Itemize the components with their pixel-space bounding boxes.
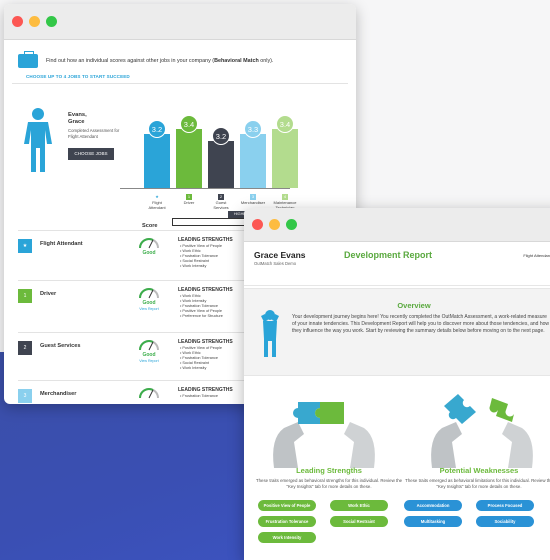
weakness-pill[interactable]: Accommodation — [404, 500, 462, 511]
strength-item: Work Intensity — [180, 366, 222, 371]
person-icon — [24, 108, 52, 172]
report-job-label: Flight Attendan — [523, 253, 550, 258]
leading-strengths-heading: LEADING STRENGTHS — [178, 387, 233, 393]
leading-strengths-heading: LEADING STRENGTHS — [178, 287, 233, 293]
strengths-list: Positive View of PeopleWork EthicFrustra… — [180, 244, 222, 269]
report-title: Development Report — [344, 250, 433, 260]
strength-item: Work Intensity — [180, 264, 222, 269]
score-bar — [208, 141, 234, 188]
job-name: Guest Services — [40, 343, 81, 349]
leading-strengths-heading: LEADING STRENGTHS — [178, 237, 233, 243]
report-company: OutMatch Sales Demo — [254, 261, 297, 266]
candidate-name: Evans, Grace — [68, 112, 87, 125]
development-report-window: Grace Evans OutMatch Sales Demo Developm… — [244, 208, 550, 560]
chart-baseline — [120, 188, 290, 189]
minimize-window-button[interactable] — [29, 16, 40, 27]
strength-pill[interactable]: Social Restraint — [330, 516, 388, 527]
window-titlebar — [4, 4, 356, 40]
overview-section: Overview Your development journey begins… — [244, 288, 550, 376]
leading-strengths-desc: These traits emerged as behavioral stren… — [255, 478, 403, 489]
bar-category-label: 1 Driver — [176, 194, 202, 206]
category-name: Merchandiser — [240, 200, 266, 205]
job-name: Driver — [40, 291, 57, 297]
score-header: Score — [142, 223, 158, 229]
intro-bar: Find out how an individual scores agains… — [4, 40, 356, 68]
overview-title: Overview — [397, 301, 431, 310]
gauge-icon — [139, 388, 159, 399]
match-rating: Good — [142, 352, 156, 358]
close-window-button[interactable] — [12, 16, 23, 27]
choose-jobs-link[interactable]: CHOOSE UP TO 4 JOBS TO START SUCCEED — [12, 68, 348, 84]
strength-pill[interactable]: Frustration Tolerance — [258, 516, 316, 527]
report-header: Grace Evans OutMatch Sales Demo Developm… — [244, 242, 550, 286]
score-bar — [240, 134, 266, 188]
strength-item: Preference for Structure — [180, 314, 223, 319]
strengths-list: Work EthicWork IntensityFrustration Tole… — [180, 294, 223, 319]
gauge-icon — [139, 238, 159, 249]
bar-category-label: 3 Merchandiser — [240, 194, 266, 206]
score-bubble: 3.2 — [148, 120, 166, 138]
job-number-badge: 3 — [18, 389, 32, 403]
score-bubble: 3.2 — [212, 127, 230, 145]
category-name: Guest Services — [213, 200, 229, 210]
score-bar — [176, 129, 202, 188]
maximize-window-button[interactable] — [286, 219, 297, 230]
weakness-pill[interactable]: Multitasking — [404, 516, 462, 527]
strength-item: Frustration Tolerance — [180, 394, 218, 399]
potential-weaknesses-title: Potential Weaknesses — [439, 466, 519, 475]
strength-pill[interactable]: Work Ethic — [330, 500, 388, 511]
puzzle-fit-icon — [273, 402, 375, 468]
job-number-badge: ★ — [18, 239, 32, 253]
match-rating: Good — [142, 300, 156, 306]
report-person-name: Grace Evans — [254, 250, 306, 260]
score-bar — [144, 134, 170, 188]
category-name: Driver — [183, 200, 195, 205]
bar-category-label: 2 Guest Services — [208, 194, 234, 210]
strength-pill[interactable]: Work Intensity — [258, 532, 316, 543]
strengths-list: Frustration Tolerance — [180, 394, 218, 399]
candidate-subtitle: Completed Assessment for Flight Attendan… — [68, 128, 120, 139]
view-report-link[interactable]: View Report — [134, 307, 164, 311]
score-bar — [272, 129, 298, 188]
view-report-link[interactable]: View Report — [134, 359, 164, 363]
strength-pill[interactable]: Positive View of People — [258, 500, 316, 511]
match-rating: Good — [142, 250, 156, 256]
gauge-icon — [139, 288, 159, 299]
choose-jobs-button[interactable]: CHOOSE JOBS — [68, 148, 114, 160]
job-name: Flight Attendant — [40, 241, 83, 247]
category-name: Flight Attendant — [148, 200, 166, 210]
overview-text: Your development journey begins here! Yo… — [292, 314, 550, 334]
briefcase-icon — [18, 51, 38, 68]
weakness-pill[interactable]: Sociability — [476, 516, 534, 527]
score-bubble: 3.4 — [180, 115, 198, 133]
potential-weaknesses-desc: These traits emerged as behavioral limit… — [405, 478, 550, 489]
score-bubble: 3.3 — [244, 120, 262, 138]
score-bubble: 3.4 — [276, 115, 294, 133]
job-number-badge: 1 — [18, 289, 32, 303]
intro-text: Find out how an individual scores agains… — [46, 58, 274, 64]
job-name: Merchandiser — [40, 391, 77, 397]
window-titlebar — [244, 208, 550, 242]
puzzle-mismatch-icon — [431, 394, 533, 468]
weakness-pill[interactable]: Process Focused — [476, 500, 534, 511]
strengths-list: Positive View of PeopleWork EthicFrustra… — [180, 346, 222, 371]
job-number-badge: 2 — [18, 341, 32, 355]
minimize-window-button[interactable] — [269, 219, 280, 230]
maximize-window-button[interactable] — [46, 16, 57, 27]
gauge-icon — [139, 340, 159, 351]
leading-strengths-heading: LEADING STRENGTHS — [178, 339, 233, 345]
leading-strengths-title: Leading Strengths — [296, 466, 362, 475]
thinking-person-icon — [261, 310, 279, 357]
bar-category-label: ★ Flight Attendant — [144, 194, 170, 210]
close-window-button[interactable] — [252, 219, 263, 230]
